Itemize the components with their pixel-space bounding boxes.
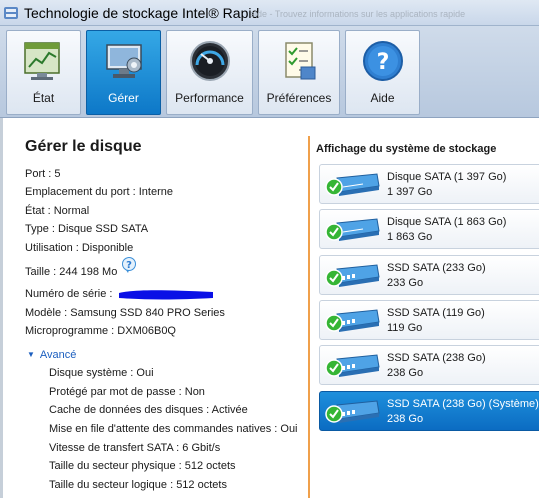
advanced-toggle[interactable]: ▼ Avancé — [27, 349, 76, 361]
detail-size: Taille : 244 198 Mo — [25, 266, 118, 278]
detail-state: État : Normal — [25, 205, 90, 217]
advanced-row-physical-sector: Taille du secteur physique : 512 octets — [49, 460, 236, 472]
title-bar: Technologie de stockage Intel® Rapid aid… — [0, 0, 539, 26]
detail-serial: Numéro de série : — [25, 288, 113, 300]
gauge-icon — [189, 41, 230, 81]
disk-name: SSD SATA (238 Go) — [387, 352, 486, 364]
checklist-icon — [285, 42, 316, 80]
detail-type: Type : Disque SSD SATA — [25, 223, 149, 235]
disk-name: Disque SATA (1 863 Go) — [387, 216, 507, 228]
hard-drive-icon — [325, 173, 380, 196]
advanced-row-password: Protégé par mot de passe : Non — [49, 386, 205, 398]
detail-port: Port : 5 — [25, 168, 61, 180]
disk-card[interactable]: SSD SATA (119 Go) 119 Go — [319, 300, 539, 340]
disk-name: SSD SATA (119 Go) — [387, 307, 485, 319]
serial-redaction-scribble — [119, 290, 213, 300]
svg-text:?: ? — [376, 50, 389, 75]
tab-etat-label: État — [32, 91, 55, 105]
page-title: Gérer le disque — [25, 138, 142, 155]
advanced-row-logical-sector: Taille du secteur logique : 512 octets — [49, 479, 227, 491]
tab-aide-label: Aide — [370, 91, 395, 105]
disk-card[interactable]: Disque SATA (1 863 Go) 1 863 Go — [319, 209, 539, 249]
chevron-down-icon: ▼ — [27, 350, 35, 359]
disk-card[interactable]: SSD SATA (238 Go) 238 Go — [319, 345, 539, 385]
background-window-text: aide - Trouvez informations sur les appl… — [250, 9, 466, 19]
main-toolbar: État Gérer Performance Préférences ? Aid… — [0, 26, 539, 118]
disk-size: 1 863 Go — [387, 231, 433, 243]
manage-pc-icon — [105, 44, 142, 78]
ssd-drive-icon — [325, 309, 380, 332]
help-icon: ? — [362, 41, 403, 81]
window-title: Technologie de stockage Intel® Rapid — [24, 5, 260, 21]
size-help-icon[interactable]: ? — [121, 257, 137, 273]
advanced-toggle-label: Avancé — [39, 349, 77, 361]
advanced-row-system-disk: Disque système : Oui — [49, 367, 154, 379]
disk-size: 238 Go — [387, 413, 424, 425]
tab-gerer-label: Gérer — [108, 91, 139, 105]
detail-model: Modèle : Samsung SSD 840 PRO Series — [25, 307, 225, 319]
tab-etat[interactable]: État — [6, 30, 81, 115]
detail-firmware: Microprogramme : DXM06B0Q — [25, 325, 176, 337]
advanced-row-ncq: Mise en file d'attente des commandes nat… — [49, 423, 298, 435]
tab-performance-label: Performance — [175, 91, 244, 105]
storage-view-title: Affichage du système de stockage — [316, 143, 497, 155]
disk-name: SSD SATA (233 Go) — [387, 262, 486, 274]
disk-name: SSD SATA (238 Go) (Système) — [387, 398, 539, 410]
content-area: Gérer le disque Port : 5 Emplacement du … — [0, 118, 539, 498]
disk-size: 1 397 Go — [387, 186, 433, 198]
disk-card[interactable]: SSD SATA (233 Go) 233 Go — [319, 255, 539, 295]
detail-usage: Utilisation : Disponible — [25, 242, 134, 254]
ssd-drive-icon — [325, 354, 380, 377]
disk-name: Disque SATA (1 397 Go) — [387, 171, 507, 183]
disk-size: 119 Go — [387, 322, 423, 334]
advanced-row-sata-speed: Vitesse de transfert SATA : 6 Gbit/s — [49, 442, 221, 454]
tab-gerer[interactable]: Gérer — [86, 30, 161, 115]
intel-rst-app-icon — [4, 7, 18, 19]
status-chart-icon — [23, 42, 60, 80]
detail-port-location: Emplacement du port : Interne — [25, 186, 173, 198]
disk-card[interactable]: Disque SATA (1 397 Go) 1 397 Go — [319, 164, 539, 204]
advanced-row-cache: Cache de données des disques : Activée — [49, 404, 248, 416]
hard-drive-icon — [325, 218, 380, 241]
tab-aide[interactable]: ? Aide — [345, 30, 420, 115]
disk-size: 238 Go — [387, 367, 424, 379]
panel-divider — [308, 136, 310, 498]
tab-preferences[interactable]: Préférences — [258, 30, 340, 115]
tab-preferences-label: Préférences — [266, 91, 332, 105]
disk-size: 233 Go — [387, 277, 424, 289]
ssd-drive-icon — [325, 400, 380, 423]
tab-performance[interactable]: Performance — [166, 30, 253, 115]
disk-card[interactable]: SSD SATA (238 Go) (Système) 238 Go — [319, 391, 539, 431]
ssd-drive-icon — [325, 264, 380, 287]
svg-text:?: ? — [126, 260, 132, 271]
